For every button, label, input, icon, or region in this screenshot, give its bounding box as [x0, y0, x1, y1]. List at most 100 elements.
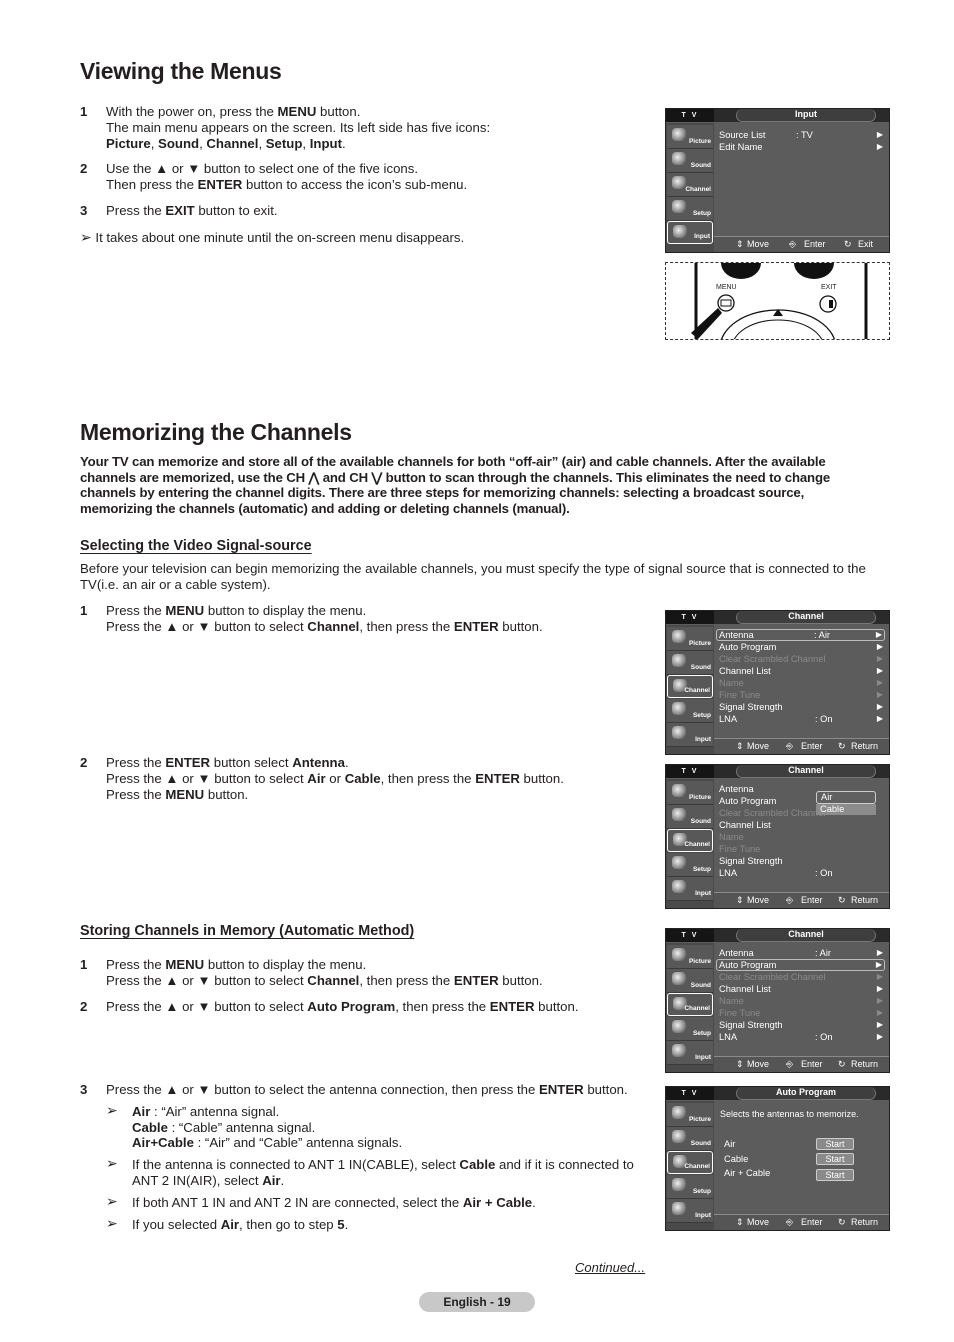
- enter-icon: ⎆: [786, 741, 794, 751]
- note: ➢ Air : “Air” antenna signal. Cable : “Cab…: [106, 1101, 403, 1151]
- arrow-right-icon: ▶: [876, 690, 883, 699]
- osd-row: Antenna: Air ▶: [719, 948, 883, 958]
- arrow-right-icon: ▶: [876, 1032, 883, 1041]
- osd-row: Antenna: Air ▶: [716, 629, 885, 641]
- page-number-badge: English - 19: [419, 1292, 535, 1312]
- dropdown-option-air: Air: [816, 791, 876, 804]
- arrow-right-icon: ▶: [876, 642, 883, 651]
- dropdown-option-cable: Cable: [816, 804, 876, 815]
- sound-icon: Sound: [667, 149, 713, 173]
- osd-row: Fine Tune: [719, 844, 761, 854]
- osd-row: LNA: On: [719, 868, 833, 878]
- arrow-note-icon: ➢: [106, 1155, 118, 1172]
- return-icon: ↻: [838, 741, 846, 751]
- osd-title: Input: [736, 109, 876, 122]
- osd-title: Auto Program: [736, 1087, 876, 1100]
- osd-tv-label: T V: [666, 765, 714, 778]
- osd-title: Channel: [736, 929, 876, 942]
- osd-tv-label: T V: [666, 109, 714, 122]
- osd-row: Channel List ▶: [719, 666, 883, 676]
- osd-channel-menu-antenna: T V Channel Picture Sound Channel Setup Inpu…: [665, 610, 890, 755]
- osd-row: Clear Scrambled Channel ▶: [719, 972, 883, 982]
- arrow-right-icon: ▶: [876, 714, 883, 723]
- osd-row: Fine Tune ▶: [719, 690, 883, 700]
- osd-sidebar: Picture Sound Channel Setup Input: [666, 123, 714, 252]
- step-1: 1 Press the MENU button to display the m…: [80, 957, 543, 988]
- body-text: Before your television can begin memoriz…: [80, 561, 866, 592]
- osd-row: Auto Program ▶: [719, 642, 883, 652]
- osd-tv-label: T V: [666, 929, 714, 942]
- picture-icon: Picture: [667, 781, 713, 805]
- note: ➢ It takes about one minute until the on…: [80, 229, 465, 245]
- osd-tv-label: T V: [666, 611, 714, 624]
- arrow-right-icon: ▶: [876, 1020, 883, 1029]
- arrow-note-icon: ➢: [106, 1192, 118, 1209]
- arrow-right-icon: ▶: [876, 142, 883, 151]
- arrow-right-icon: ▶: [876, 948, 883, 957]
- remote-drawing: [691, 263, 868, 339]
- osd-tv-label: T V: [666, 1087, 714, 1100]
- osd-row: Signal Strength: [719, 856, 783, 866]
- enter-icon: ⎆: [786, 1059, 794, 1069]
- exit-button-label: EXIT: [821, 284, 837, 291]
- step-text: Use the ▲ or ▼ button to select one of t…: [106, 161, 468, 192]
- enter-icon: ⎆: [789, 239, 797, 249]
- setup-icon: Setup: [667, 1175, 713, 1199]
- arrow-right-icon: ▶: [876, 996, 883, 1005]
- osd-row: LNA: On ▶: [719, 714, 883, 724]
- osd-row: Name ▶: [719, 678, 883, 688]
- arrow-right-icon: ▶: [876, 702, 883, 711]
- move-icon: ⇕: [736, 1059, 744, 1069]
- osd-sidebar: Picture Sound Channel Setup Input: [666, 625, 714, 754]
- osd-title: Channel: [736, 765, 876, 778]
- osd-auto-program-menu: T V Auto Program Picture Sound Channel Setu…: [665, 1086, 890, 1231]
- setup-icon: Setup: [667, 197, 713, 221]
- sound-icon: Sound: [667, 969, 713, 993]
- picture-icon: Picture: [667, 1103, 713, 1127]
- input-icon: Input: [667, 877, 713, 901]
- remote-illustration: MENU EXIT: [665, 262, 890, 340]
- osd-row: Auto Program ▶: [716, 959, 885, 971]
- osd-row: Name ▶: [719, 996, 883, 1006]
- setup-icon: Setup: [667, 699, 713, 723]
- step-text: Press the EXIT button to exit.: [106, 203, 278, 218]
- enter-icon: ⎆: [786, 1217, 794, 1227]
- osd-row: Fine Tune ▶: [719, 1008, 883, 1018]
- step-text: With the power on, press the MENU button…: [106, 104, 491, 151]
- step-3: 3 Press the EXIT button to exit.: [80, 203, 640, 219]
- osd-row: Clear Scrambled Channel ▶: [719, 654, 883, 664]
- step-1: 1 Press the MENU button to display the m…: [80, 603, 543, 634]
- channel-icon: Channel: [667, 993, 713, 1016]
- move-icon: ⇕: [736, 239, 744, 249]
- start-button-cable: Start: [816, 1153, 854, 1165]
- arrow-note-icon: ➢: [106, 1214, 118, 1231]
- osd-row: Name: [719, 832, 744, 842]
- start-button-air-cable: Start: [816, 1169, 854, 1181]
- section-title-memorizing-channels: Memorizing the Channels: [80, 419, 352, 445]
- sound-icon: Sound: [667, 651, 713, 675]
- step-1: 1 With the power on, press the MENU butt…: [80, 104, 640, 151]
- arrow-right-icon: ▶: [876, 1008, 883, 1017]
- osd-sidebar: Picture Sound Channel Setup Input: [666, 943, 714, 1072]
- osd-description: Selects the antennas to memorize.: [720, 1109, 859, 1119]
- osd-sidebar: Picture Sound Channel Setup Input: [666, 1101, 714, 1230]
- step-2: 2 Press the ▲ or ▼ button to select Auto…: [80, 999, 579, 1014]
- picture-icon: Picture: [667, 125, 713, 149]
- subheading-storing-channels: Storing Channels in Memory (Automatic Me…: [80, 923, 415, 939]
- channel-icon: Channel: [667, 173, 713, 197]
- antenna-dropdown: Air Cable: [816, 791, 876, 815]
- subheading-video-signal-source: Selecting the Video Signal-source: [80, 538, 312, 554]
- setup-icon: Setup: [667, 853, 713, 877]
- input-icon: Input: [667, 1041, 713, 1065]
- step-2: 2 Press the ENTER button select Antenna.…: [80, 755, 564, 802]
- arrow-right-icon: ▶: [876, 654, 883, 663]
- sound-icon: Sound: [667, 805, 713, 829]
- arrow-note-icon: ➢: [80, 229, 92, 245]
- arrow-right-icon: ▶: [876, 130, 883, 139]
- osd-input-menu: T V Input Picture Sound Channel Setup In…: [665, 108, 890, 253]
- arrow-right-icon: ▶: [876, 984, 883, 993]
- menu-button-label: MENU: [716, 284, 737, 291]
- channel-icon: Channel: [667, 1151, 713, 1174]
- channel-icon: Channel: [667, 675, 713, 698]
- osd-sidebar: Picture Sound Channel Setup Input: [666, 779, 714, 908]
